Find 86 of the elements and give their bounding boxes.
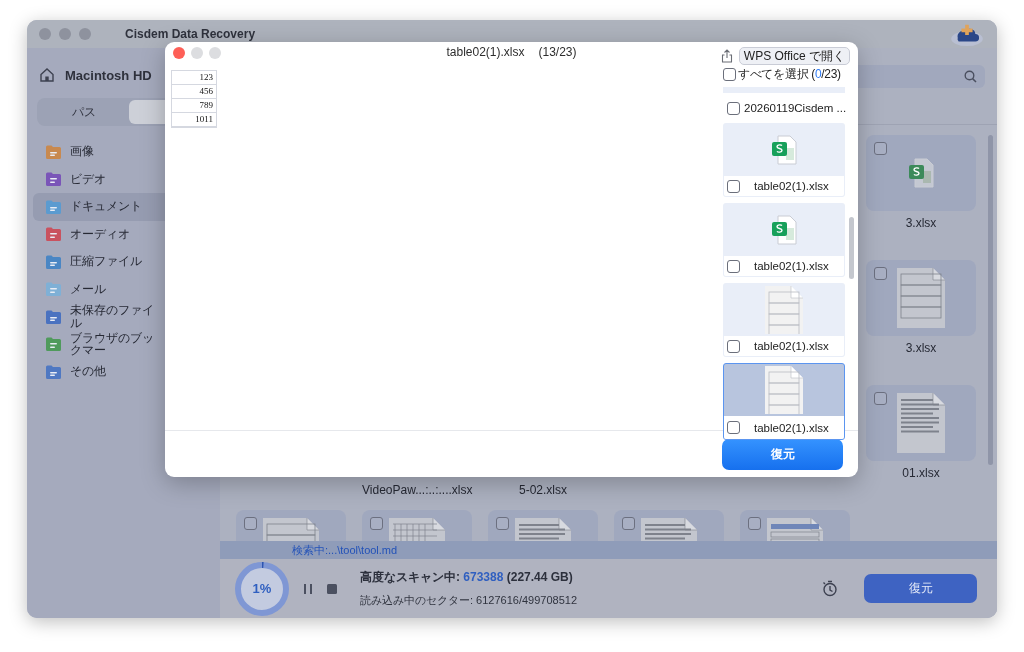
scan-path: 検索中:...\tool\tool.md: [292, 542, 398, 558]
category-item[interactable]: 未保存のファイル: [33, 303, 220, 331]
table-cell: 456: [172, 85, 216, 99]
category-item[interactable]: オーディオ: [33, 220, 220, 248]
zoom-button[interactable]: [79, 28, 91, 40]
share-icon[interactable]: [720, 49, 733, 63]
close-button[interactable]: [39, 28, 51, 40]
file-name: table02(1).xlsx: [754, 421, 829, 434]
file-name: table02(1).xlsx: [754, 260, 829, 272]
category-item[interactable]: ビデオ: [33, 165, 220, 193]
checkbox[interactable]: [727, 179, 740, 193]
file-card[interactable]: [866, 135, 976, 211]
spreadsheet-file-icon: [771, 135, 797, 165]
zoom-button[interactable]: [209, 47, 221, 59]
file-card[interactable]: [866, 260, 976, 336]
scan-progress-text: 高度なスキャン中: 673388 (227.44 GB): [360, 569, 574, 586]
table-cell: 123: [172, 71, 216, 85]
table-cell: 1011: [172, 113, 216, 127]
checkbox[interactable]: [727, 421, 740, 434]
category-label: オーディオ: [70, 227, 130, 241]
category-label: ビデオ: [70, 172, 106, 186]
file-name: 5-02.xlsx: [518, 482, 568, 499]
file-name: 20260119Cisdem ...: [744, 102, 847, 114]
category-item[interactable]: ブラウザのブックマー: [33, 330, 220, 358]
scrollbar[interactable]: [988, 135, 993, 465]
search-icon: [964, 70, 977, 83]
checkbox[interactable]: [727, 339, 740, 353]
file-name: 3.xlsx: [904, 340, 938, 357]
history-icon[interactable]: [822, 580, 838, 597]
restore-button[interactable]: 復元: [864, 574, 977, 603]
checkbox[interactable]: [874, 267, 887, 280]
file-name: 3.xlsx: [904, 215, 938, 232]
file-name: table02(1).xlsx: [754, 340, 829, 352]
stop-button[interactable]: [326, 582, 338, 595]
spreadsheet-file-icon: [908, 158, 934, 188]
file-name: table02(1).xlsx: [754, 180, 829, 192]
pause-button[interactable]: [302, 582, 314, 595]
view-tab[interactable]: パス: [39, 100, 129, 124]
file-name: VideoPaw...:..:....xlsx: [362, 482, 472, 499]
dialog-title: table02(1).xlsx: [446, 45, 525, 59]
restore-button[interactable]: 復元: [722, 438, 843, 470]
checkbox[interactable]: [370, 517, 383, 530]
minimize-button[interactable]: [191, 47, 203, 59]
file-position: (13/23): [538, 45, 577, 59]
document-thumbnail-drawing: [765, 286, 803, 334]
category-label: その他: [70, 365, 106, 379]
file-card[interactable]: [866, 385, 976, 461]
category-item[interactable]: 画像: [33, 138, 220, 166]
sector-text: 読み込み中のセクター: 6127616/499708512: [360, 593, 578, 608]
category-item[interactable]: メール: [33, 275, 220, 303]
select-all-label[interactable]: すべてを選択 (0/23): [738, 66, 841, 83]
category-label: ブラウザのブックマー: [70, 331, 155, 357]
checkbox[interactable]: [622, 517, 635, 530]
category-label: 画像: [70, 145, 94, 159]
category-item[interactable]: 圧縮ファイル: [33, 248, 220, 276]
file-card[interactable]: table02(1).xlsx: [723, 203, 845, 277]
home-icon: [39, 67, 55, 83]
close-button[interactable]: [173, 47, 185, 59]
category-label: メール: [70, 282, 106, 296]
checkbox[interactable]: [874, 142, 887, 155]
file-card[interactable]: table02(1).xlsx: [723, 123, 845, 197]
document-thumbnail-drawing: [897, 268, 945, 328]
checkbox[interactable]: [748, 517, 761, 530]
file-name: 01.xlsx: [901, 465, 941, 482]
app-title: Cisdem Data Recovery: [125, 27, 256, 41]
open-with-button[interactable]: WPS Office で開く: [738, 47, 850, 65]
document-thumbnail-drawing: [897, 393, 945, 453]
category-label: ドキュメント: [70, 200, 142, 214]
category-item[interactable]: その他: [33, 358, 220, 386]
category-label: 圧縮ファイル: [70, 255, 142, 269]
checkbox[interactable]: [727, 101, 740, 115]
checkbox[interactable]: [723, 68, 736, 81]
checkbox[interactable]: [244, 517, 257, 530]
minimize-button[interactable]: [59, 28, 71, 40]
checkbox[interactable]: [496, 517, 509, 530]
drive-name: Macintosh HD: [65, 67, 152, 83]
file-card[interactable]: table02(1).xlsx: [723, 283, 845, 357]
progress-percent: 1%: [252, 581, 272, 596]
file-card[interactable]: table02(1).xlsx: [723, 363, 845, 440]
checkbox[interactable]: [727, 259, 740, 273]
category-label: 未保存のファイル: [70, 304, 155, 330]
checkbox[interactable]: [874, 392, 887, 405]
scrollbar[interactable]: [849, 217, 854, 279]
spreadsheet-file-icon: [771, 215, 797, 245]
document-thumbnail-drawing: [765, 366, 803, 414]
table-cell: 789: [172, 99, 216, 113]
